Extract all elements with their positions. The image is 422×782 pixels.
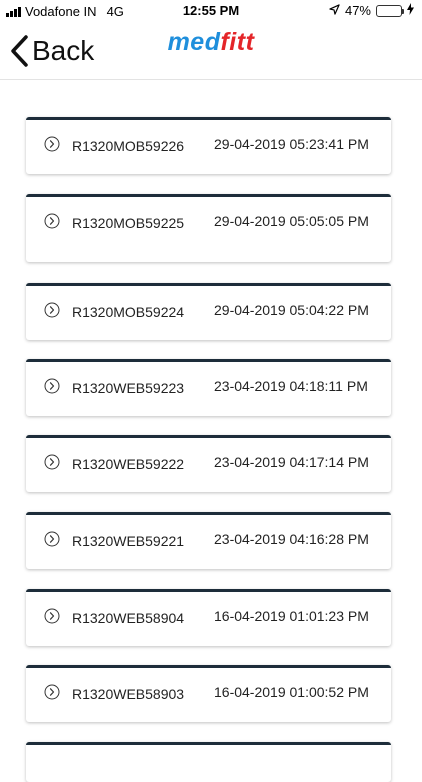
chevron-circle-right-icon xyxy=(44,608,60,624)
record-datetime: 23-04-2019 04:18:11 PM xyxy=(214,378,368,394)
chevron-circle-right-icon xyxy=(44,213,60,229)
record-id: R1320MOB59224 xyxy=(72,304,185,320)
medfitt-logo: medfitt xyxy=(167,28,255,56)
record-id: R1320MOB59225 xyxy=(72,215,185,231)
record-datetime: 29-04-2019 05:05:05 PM xyxy=(214,213,369,229)
chevron-circle-right-icon xyxy=(44,136,60,152)
chevron-circle-right-icon xyxy=(44,302,60,318)
location-icon xyxy=(329,3,340,18)
record-card[interactable]: R1320MOB59225 29-04-2019 05:05:05 PM xyxy=(26,194,391,262)
record-card-partial[interactable] xyxy=(26,742,391,782)
record-card[interactable]: R1320WEB59221 23-04-2019 04:16:28 PM xyxy=(26,512,391,569)
record-datetime: 16-04-2019 01:00:52 PM xyxy=(214,684,369,700)
navigation-bar: Back medfitt xyxy=(0,22,422,80)
record-datetime: 29-04-2019 05:23:41 PM xyxy=(214,136,369,152)
record-card[interactable]: R1320WEB58903 16-04-2019 01:00:52 PM xyxy=(26,665,391,722)
chevron-circle-right-icon xyxy=(44,454,60,470)
charging-icon xyxy=(407,3,414,18)
record-card[interactable]: R1320WEB58904 16-04-2019 01:01:23 PM xyxy=(26,589,391,646)
record-card[interactable]: R1320MOB59224 29-04-2019 05:04:22 PM xyxy=(26,283,391,340)
record-id: R1320WEB58903 xyxy=(72,686,185,702)
record-id: R1320WEB59222 xyxy=(72,456,185,472)
record-id: R1320WEB59221 xyxy=(72,533,185,549)
record-id: R1320WEB58904 xyxy=(72,610,185,626)
record-datetime: 23-04-2019 04:16:28 PM xyxy=(214,531,369,547)
chevron-circle-right-icon xyxy=(44,684,60,700)
record-datetime: 29-04-2019 05:04:22 PM xyxy=(214,302,369,318)
record-datetime: 23-04-2019 04:17:14 PM xyxy=(214,454,369,470)
record-card[interactable]: R1320WEB59222 23-04-2019 04:17:14 PM xyxy=(26,435,391,492)
record-id: R1320WEB59223 xyxy=(72,380,185,396)
battery-percent: 47% xyxy=(344,3,371,18)
chevron-circle-right-icon xyxy=(44,378,60,394)
battery-icon xyxy=(376,4,404,17)
record-card[interactable]: R1320MOB59226 29-04-2019 05:23:41 PM xyxy=(26,117,391,174)
chevron-circle-right-icon xyxy=(44,531,60,547)
record-card[interactable]: R1320WEB59223 23-04-2019 04:18:11 PM xyxy=(26,359,391,416)
record-datetime: 16-04-2019 01:01:23 PM xyxy=(214,608,369,624)
status-right: 47% xyxy=(329,3,414,18)
status-bar: Vodafone IN 4G 12:55 PM 47% xyxy=(0,0,422,22)
record-id: R1320MOB59226 xyxy=(72,138,185,154)
